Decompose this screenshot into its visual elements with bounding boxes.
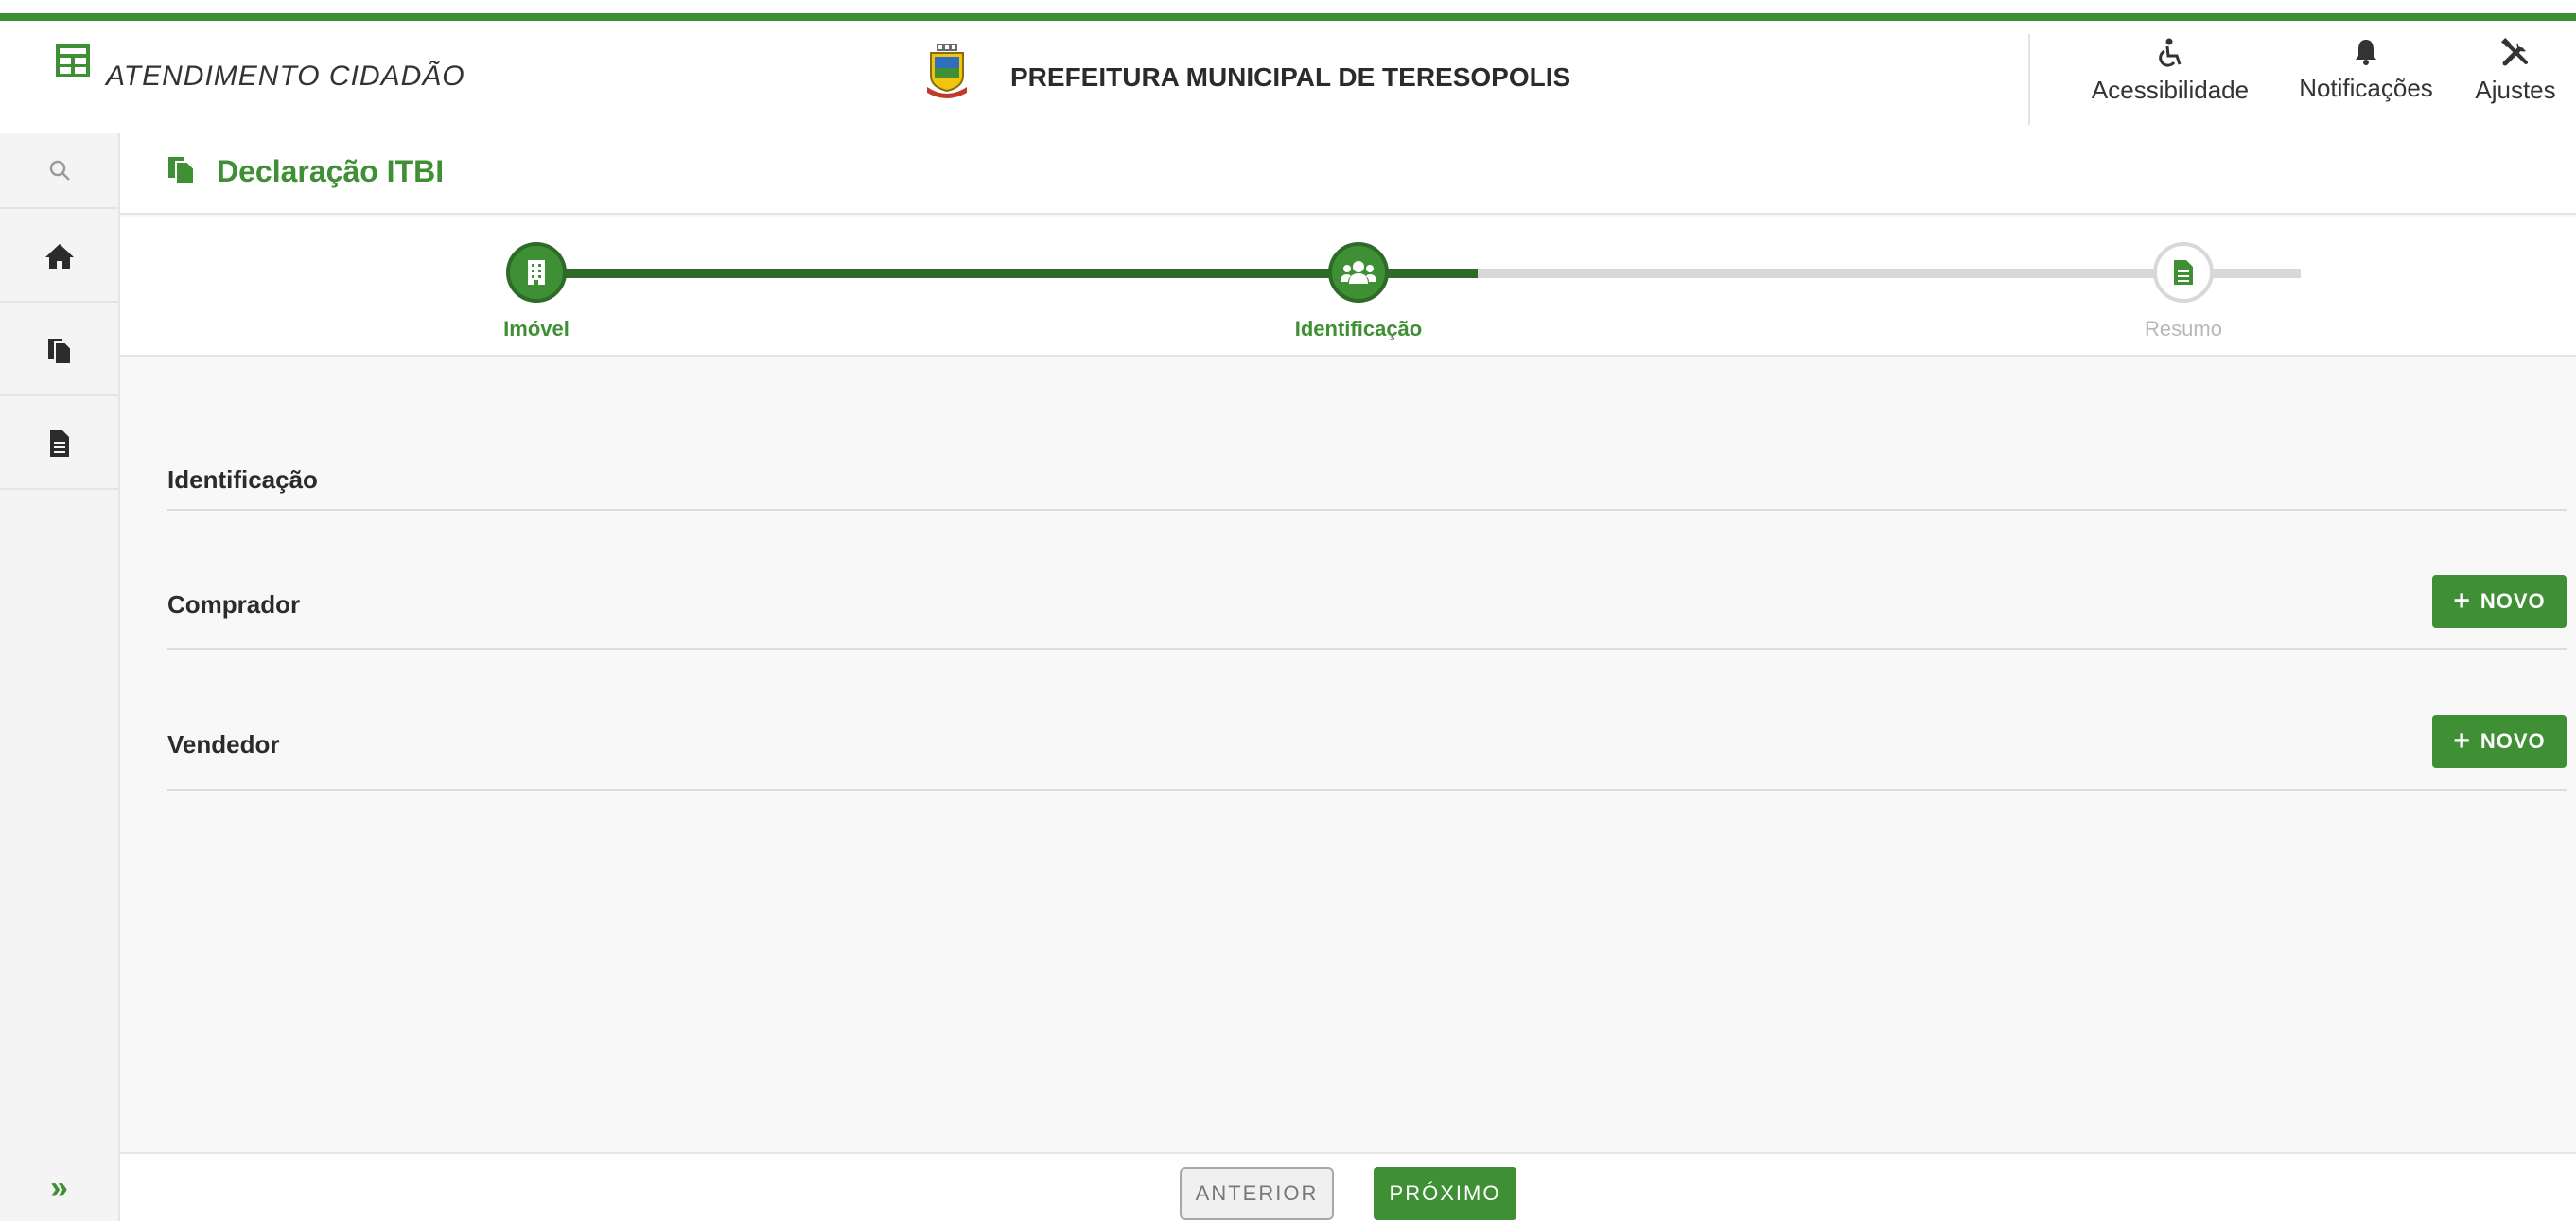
wheelchair-icon xyxy=(2159,38,2182,67)
document-icon xyxy=(2174,260,2193,285)
sidebar-item-documents[interactable] xyxy=(0,305,118,396)
next-button[interactable]: PRÓXIMO xyxy=(1374,1167,1516,1220)
section-identificacao-title: Identificação xyxy=(167,465,318,494)
step-identificacao-label: Identificação xyxy=(1294,317,1423,340)
step-identificacao[interactable] xyxy=(1328,242,1389,303)
add-buyer-button[interactable]: + NOVO xyxy=(2432,575,2567,628)
stepper: Imóvel Identificação Resumo xyxy=(120,217,2576,357)
previous-button[interactable]: ANTERIOR xyxy=(1180,1167,1334,1220)
search-icon xyxy=(49,160,70,181)
step-resumo-label: Resumo xyxy=(2145,317,2222,340)
sidebar-search[interactable] xyxy=(0,133,118,209)
plus-icon: + xyxy=(2453,725,2471,757)
users-icon xyxy=(1341,261,1376,284)
sidebar-item-home[interactable] xyxy=(0,211,118,303)
bell-icon xyxy=(2356,40,2376,65)
document-icon xyxy=(49,429,69,457)
building-icon xyxy=(528,260,545,285)
wizard-footer: ANTERIOR PRÓXIMO xyxy=(120,1152,2576,1221)
copy-files-icon xyxy=(168,157,195,185)
accessibility-label: Acessibilidade xyxy=(2091,76,2250,104)
section-vendedor-title: Vendedor xyxy=(167,730,280,759)
sidebar-expand-button[interactable]: » xyxy=(0,1155,118,1221)
app-title: ATENDIMENTO CIDADÃO xyxy=(106,61,465,92)
calculator-icon xyxy=(56,44,90,77)
step-imovel[interactable] xyxy=(506,242,567,303)
sidebar-item-reports[interactable] xyxy=(0,398,118,490)
plus-icon: + xyxy=(2453,585,2471,617)
municipality-title: PREFEITURA MUNICIPAL DE TERESOPOLIS xyxy=(1010,62,1571,92)
accessibility-button[interactable]: Acessibilidade xyxy=(2076,38,2265,105)
city-coat-of-arms-logo xyxy=(927,44,967,98)
section-comprador-title: Comprador xyxy=(167,590,301,619)
header-divider xyxy=(2028,34,2030,125)
section-comprador: Comprador + NOVO xyxy=(167,567,2567,650)
home-icon xyxy=(44,243,74,269)
chevron-double-right-icon: » xyxy=(50,1169,68,1206)
add-seller-label: NOVO xyxy=(2480,729,2546,753)
tools-icon xyxy=(2501,38,2528,66)
settings-button[interactable]: Ajustes xyxy=(2463,38,2567,105)
step-resumo[interactable] xyxy=(2153,242,2214,303)
notifications-label: Notificações xyxy=(2299,74,2433,102)
section-identificacao: Identificação xyxy=(167,445,2567,511)
section-vendedor: Vendedor + NOVO xyxy=(167,707,2567,791)
add-seller-button[interactable]: + NOVO xyxy=(2432,715,2567,768)
sidebar: » xyxy=(0,133,120,1221)
step-imovel-label: Imóvel xyxy=(503,317,570,340)
top-accent-bar xyxy=(0,0,2576,23)
page-title: Declaração ITBI xyxy=(217,154,445,188)
page-header: Declaração ITBI xyxy=(120,133,2576,215)
notifications-button[interactable]: Notificações xyxy=(2280,38,2452,103)
settings-label: Ajustes xyxy=(2475,76,2556,104)
add-buyer-label: NOVO xyxy=(2480,589,2546,613)
copy-files-icon xyxy=(47,338,72,365)
